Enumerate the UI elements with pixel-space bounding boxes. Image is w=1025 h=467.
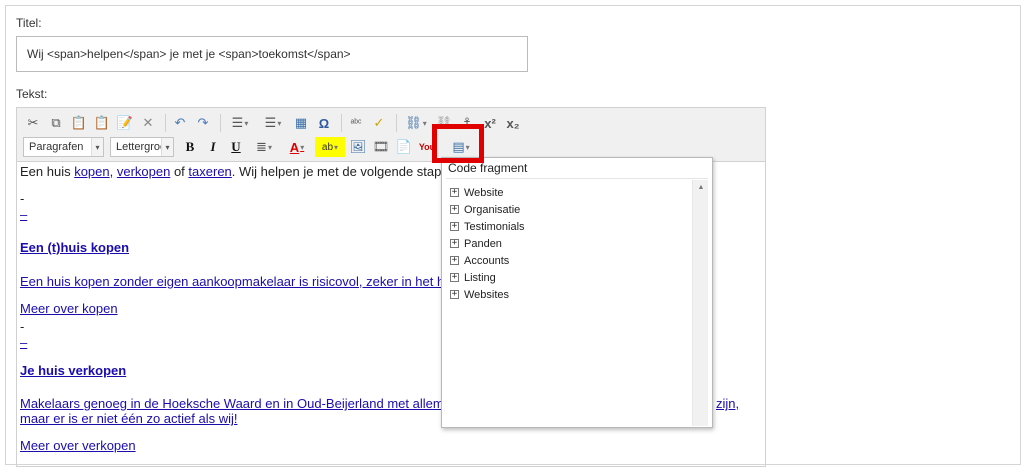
dash-line: – bbox=[20, 207, 28, 222]
paragraph-format-label: Paragrafen bbox=[29, 141, 84, 153]
font-size-dropdown[interactable]: Lettergrootte ▾ bbox=[110, 137, 174, 157]
toolbar-separator bbox=[220, 114, 221, 132]
highlight-color-icon[interactable]: ab bbox=[315, 137, 345, 157]
paragraph-verkopen[interactable]: Makelaars genoeg in de Hoeksche Waard en… bbox=[20, 396, 444, 411]
link-icon[interactable]: ⛓ bbox=[401, 113, 431, 133]
link-verkopen[interactable]: verkopen bbox=[117, 164, 170, 179]
paragraph-verkopen-tail[interactable]: zijn, bbox=[716, 396, 739, 411]
bulleted-list-icon[interactable]: ☰ bbox=[258, 113, 288, 133]
paragraph-format-dropdown[interactable]: Paragrafen ▾ bbox=[23, 137, 104, 157]
expand-icon[interactable]: + bbox=[450, 273, 459, 282]
link-meer-verkopen[interactable]: Meer over verkopen bbox=[20, 438, 136, 453]
italic-button[interactable]: I bbox=[203, 137, 223, 157]
paste-icon[interactable]: 📋 bbox=[69, 113, 89, 133]
tree-item-label: Testimonials bbox=[464, 220, 525, 233]
expand-icon[interactable]: + bbox=[450, 239, 459, 248]
dash-line: - bbox=[20, 191, 25, 206]
underline-button[interactable]: U bbox=[226, 137, 246, 157]
paragraph-kopen[interactable]: Een huis kopen zonder eigen aankoopmakel… bbox=[20, 274, 444, 289]
tree-item-organisatie[interactable]: + Organisatie bbox=[450, 201, 525, 218]
special-char-icon[interactable]: Ω bbox=[314, 113, 334, 133]
intro-text: Een huis bbox=[20, 164, 75, 179]
expand-icon[interactable]: + bbox=[450, 188, 459, 197]
popup-scrollbar[interactable]: ▲ bbox=[692, 180, 708, 426]
toolbar-separator bbox=[165, 114, 166, 132]
tree-item-label: Websites bbox=[464, 288, 510, 301]
toolbar-separator bbox=[396, 114, 397, 132]
redo-icon[interactable]: ↷ bbox=[193, 113, 213, 133]
popup-title: Code fragment bbox=[448, 161, 528, 175]
heading-kopen[interactable]: Een (t)huis kopen bbox=[20, 240, 129, 255]
dash-line: – bbox=[20, 335, 28, 350]
bold-button[interactable]: B bbox=[180, 137, 200, 157]
dash-line: - bbox=[20, 319, 25, 334]
tree-item-label: Website bbox=[464, 186, 504, 199]
of-text: of bbox=[170, 164, 189, 179]
video-icon[interactable]: 🎞 bbox=[371, 137, 391, 157]
scroll-up-icon[interactable]: ▲ bbox=[693, 180, 709, 194]
paste-text-icon[interactable]: 📋 bbox=[92, 113, 112, 133]
cut-icon[interactable]: ✂ bbox=[23, 113, 43, 133]
link-meer-kopen[interactable]: Meer over kopen bbox=[20, 301, 118, 316]
expand-icon[interactable]: + bbox=[450, 256, 459, 265]
expand-icon[interactable]: + bbox=[450, 222, 459, 231]
expand-icon[interactable]: + bbox=[450, 290, 459, 299]
text-label: Tekst: bbox=[16, 87, 48, 101]
tree-item-label: Organisatie bbox=[464, 203, 521, 216]
table-icon[interactable]: ▦ bbox=[291, 113, 311, 133]
pdf-icon[interactable]: 📄 bbox=[394, 137, 414, 157]
tree-item-accounts[interactable]: + Accounts bbox=[450, 252, 525, 269]
numbered-list-icon[interactable]: ☰ bbox=[225, 113, 255, 133]
tree-item-label: Panden bbox=[464, 237, 502, 250]
comma-text: , bbox=[109, 164, 117, 179]
image-icon[interactable]: 🖼 bbox=[348, 137, 368, 157]
undo-icon[interactable]: ↶ bbox=[170, 113, 190, 133]
expand-icon[interactable]: + bbox=[450, 205, 459, 214]
title-input[interactable]: Wij <span>helpen</span> je met je <span>… bbox=[16, 36, 528, 72]
tree-item-label: Listing bbox=[464, 271, 496, 284]
popup-divider bbox=[446, 178, 708, 179]
highlight-box bbox=[432, 124, 484, 163]
tree-item-website[interactable]: + Website bbox=[450, 184, 525, 201]
intro-paragraph: Een huis kopen, verkopen of taxeren. Wij… bbox=[20, 164, 441, 179]
tree-item-label: Accounts bbox=[464, 254, 510, 267]
chevron-down-icon: ▾ bbox=[91, 138, 103, 156]
link-kopen[interactable]: kopen bbox=[74, 164, 109, 179]
tree-item-websites[interactable]: + Websites bbox=[450, 286, 525, 303]
text-color-icon[interactable]: A bbox=[282, 137, 312, 157]
toolbar-separator bbox=[341, 114, 342, 132]
align-icon[interactable]: ≣ bbox=[249, 137, 279, 157]
code-fragment-popup: Code fragment + Website + Organisatie + Tes… bbox=[441, 157, 713, 428]
copy-icon[interactable]: ⧉ bbox=[46, 113, 66, 133]
intro-suffix-text: . Wij helpen je met de volgende stap bbox=[231, 164, 442, 179]
fragment-tree: + Website + Organisatie + Testimonials + Pan… bbox=[450, 184, 525, 303]
paragraph-verkopen-line2[interactable]: maar er is er niet één zo actief als wij… bbox=[20, 411, 237, 426]
tree-item-testimonials[interactable]: + Testimonials bbox=[450, 218, 525, 235]
toolbar-row-2: Paragrafen ▾ Lettergrootte ▾ B I U ≣ A a… bbox=[23, 135, 479, 159]
chevron-down-icon: ▾ bbox=[161, 138, 173, 156]
spellcheck-icon[interactable]: ᵃᵇᶜ bbox=[346, 113, 366, 133]
editor-toolbar: ✂ ⧉ 📋 📋 📝 ✕ ↶ ↷ ☰ ☰ ▦ Ω ᵃᵇᶜ ✓ ⛓ ⛓ ⚓ x² x… bbox=[17, 108, 765, 162]
link-taxeren[interactable]: taxeren bbox=[188, 164, 231, 179]
check-icon[interactable]: ✓ bbox=[369, 113, 389, 133]
remove-format-icon[interactable]: ✕ bbox=[138, 113, 158, 133]
tree-item-listing[interactable]: + Listing bbox=[450, 269, 525, 286]
tree-item-panden[interactable]: + Panden bbox=[450, 235, 525, 252]
subscript-icon[interactable]: x₂ bbox=[503, 113, 523, 133]
title-label: Titel: bbox=[16, 16, 42, 30]
paste-word-icon[interactable]: 📝 bbox=[115, 113, 135, 133]
heading-verkopen[interactable]: Je huis verkopen bbox=[20, 363, 126, 378]
